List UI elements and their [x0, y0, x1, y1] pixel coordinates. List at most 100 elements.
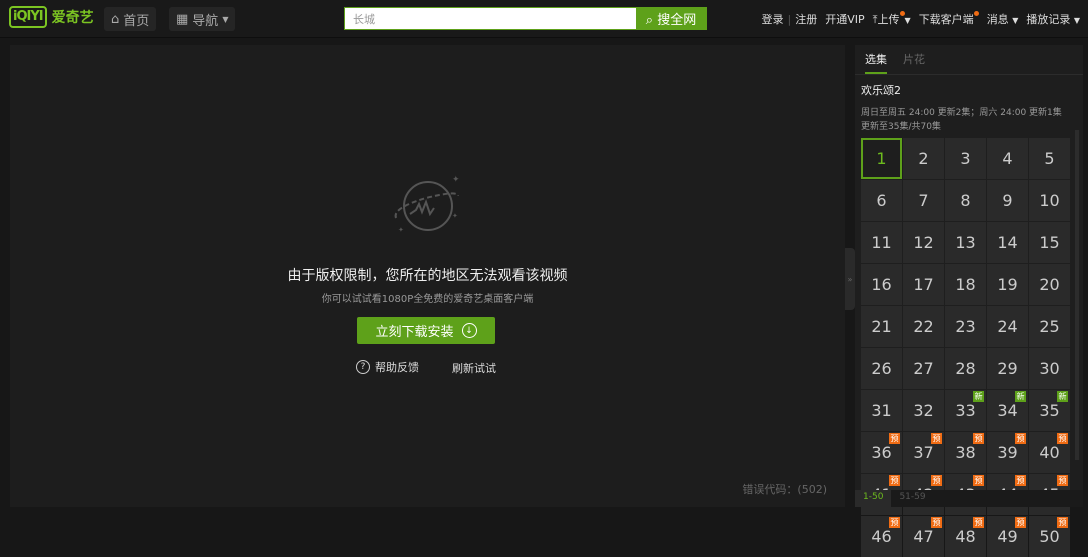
episode-1[interactable]: 1	[861, 138, 902, 179]
episode-4[interactable]: 4	[987, 138, 1028, 179]
episode-15[interactable]: 15	[1029, 222, 1070, 263]
svg-text:✦: ✦	[452, 175, 460, 185]
episode-6[interactable]: 6	[861, 180, 902, 221]
episode-27[interactable]: 27	[903, 348, 944, 389]
episode-number: 30	[1039, 359, 1060, 378]
sidebar-tabs: 选集 片花	[855, 45, 1083, 75]
episode-40[interactable]: 40 预	[1029, 432, 1070, 473]
episode-50[interactable]: 50 预	[1029, 516, 1070, 557]
episode-34[interactable]: 34 新	[987, 390, 1028, 431]
episode-number: 33	[955, 401, 976, 420]
chevron-down-icon: ▼	[222, 14, 229, 24]
episode-14[interactable]: 14	[987, 222, 1028, 263]
episode-20[interactable]: 20	[1029, 264, 1070, 305]
episode-29[interactable]: 29	[987, 348, 1028, 389]
episode-19[interactable]: 19	[987, 264, 1028, 305]
episode-28[interactable]: 28	[945, 348, 986, 389]
scrollbar[interactable]	[1075, 130, 1079, 460]
collapse-sidebar-handle[interactable]: »	[845, 248, 855, 310]
refresh-link[interactable]: 刷新试试	[452, 360, 496, 376]
episode-23[interactable]: 23	[945, 306, 986, 347]
new-badge: 新	[1015, 391, 1026, 402]
episode-32[interactable]: 32	[903, 390, 944, 431]
upload-menu[interactable]: ⤒上传 ▼	[873, 11, 911, 27]
register-link[interactable]: 注册	[795, 11, 817, 27]
episode-47[interactable]: 47 预	[903, 516, 944, 557]
episode-24[interactable]: 24	[987, 306, 1028, 347]
episode-number: 21	[871, 317, 892, 336]
upload-label: 上传	[877, 13, 900, 26]
search-button[interactable]: ⌕ 搜全网	[636, 8, 706, 29]
episode-17[interactable]: 17	[903, 264, 944, 305]
episode-12[interactable]: 12	[903, 222, 944, 263]
episode-39[interactable]: 39 预	[987, 432, 1028, 473]
episode-2[interactable]: 2	[903, 138, 944, 179]
user-links: 登录 | 注册 开通VIP ⤒上传 ▼ 下载客户端 消息 ▼ 播放记录 ▼	[762, 11, 1080, 27]
video-player[interactable]: ✦ ✦ ✦ 由于版权限制，您所在的地区无法观看该视频 你可以试试看1080P全免费的…	[10, 45, 845, 507]
episode-number: 46	[871, 527, 892, 546]
episode-number: 18	[955, 275, 976, 294]
new-badge: 新	[1057, 391, 1068, 402]
episode-26[interactable]: 26	[861, 348, 902, 389]
home-button[interactable]: ⌂ 首页	[104, 7, 157, 31]
page-tab-51-59[interactable]: 51-59	[891, 490, 933, 507]
episode-number: 36	[871, 443, 892, 462]
episode-11[interactable]: 11	[861, 222, 902, 263]
episode-46[interactable]: 46 预	[861, 516, 902, 557]
episode-18[interactable]: 18	[945, 264, 986, 305]
episode-38[interactable]: 38 预	[945, 432, 986, 473]
preview-badge: 预	[1015, 517, 1026, 528]
episode-number: 35	[1039, 401, 1060, 420]
episode-number: 4	[1002, 149, 1013, 168]
download-install-button[interactable]: 立刻下载安装 ↓	[357, 317, 495, 344]
help-feedback-link[interactable]: ? 帮助反馈	[356, 359, 419, 375]
logo[interactable]: iQIYI 爱奇艺	[9, 6, 94, 28]
episode-49[interactable]: 49 预	[987, 516, 1028, 557]
episode-31[interactable]: 31	[861, 390, 902, 431]
episode-48[interactable]: 48 预	[945, 516, 986, 557]
episode-number: 15	[1039, 233, 1060, 252]
episode-16[interactable]: 16	[861, 264, 902, 305]
episode-37[interactable]: 37 预	[903, 432, 944, 473]
episode-number: 28	[955, 359, 976, 378]
episode-25[interactable]: 25	[1029, 306, 1070, 347]
show-title: 欢乐颂2	[861, 84, 901, 97]
grid-icon: ▦	[176, 11, 189, 27]
episode-5[interactable]: 5	[1029, 138, 1070, 179]
download-icon: ↓	[461, 323, 477, 338]
history-label: 播放记录	[1026, 13, 1071, 26]
search-input[interactable]	[345, 8, 636, 29]
download-client-link[interactable]: 下载客户端	[919, 11, 979, 27]
planet-error-icon: ✦ ✦ ✦	[394, 175, 460, 234]
messages-label: 消息	[986, 13, 1009, 26]
episode-3[interactable]: 3	[945, 138, 986, 179]
episode-number: 34	[997, 401, 1018, 420]
nav-menu-button[interactable]: ▦ 导航 ▼	[169, 7, 236, 31]
tab-clips[interactable]: 片花	[903, 51, 925, 74]
login-link[interactable]: 登录	[762, 11, 784, 27]
messages-menu[interactable]: 消息 ▼	[987, 11, 1019, 27]
page-tab-1-50[interactable]: 1-50	[855, 490, 892, 507]
episode-10[interactable]: 10	[1029, 180, 1070, 221]
vip-link[interactable]: 开通VIP	[825, 11, 864, 27]
history-menu[interactable]: 播放记录 ▼	[1026, 11, 1080, 27]
tab-episodes[interactable]: 选集	[865, 51, 887, 74]
episode-22[interactable]: 22	[903, 306, 944, 347]
error-subtitle: 你可以试试看1080P全免费的爱奇艺桌面客户端	[321, 294, 534, 305]
episode-pager: 1-50 51-59	[855, 490, 1083, 507]
episode-8[interactable]: 8	[945, 180, 986, 221]
episode-21[interactable]: 21	[861, 306, 902, 347]
preview-badge: 预	[889, 517, 900, 528]
episode-30[interactable]: 30	[1029, 348, 1070, 389]
search-button-label: 搜全网	[657, 13, 697, 28]
episode-35[interactable]: 35 新	[1029, 390, 1070, 431]
episode-number: 5	[1044, 149, 1055, 168]
episode-9[interactable]: 9	[987, 180, 1028, 221]
preview-badge: 预	[1015, 433, 1026, 444]
episode-36[interactable]: 36 预	[861, 432, 902, 473]
help-label: 帮助反馈	[375, 361, 419, 374]
episode-33[interactable]: 33 新	[945, 390, 986, 431]
episode-7[interactable]: 7	[903, 180, 944, 221]
episode-13[interactable]: 13	[945, 222, 986, 263]
chevron-down-icon: ▼	[904, 16, 911, 25]
